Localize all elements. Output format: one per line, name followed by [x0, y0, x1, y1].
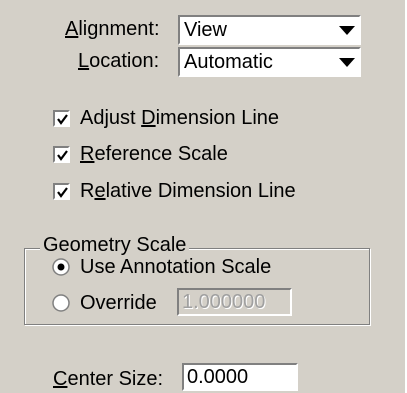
center-size-label: Center Size:	[53, 368, 164, 390]
location-label: Location:	[78, 50, 160, 72]
radio-selected-icon[interactable]	[52, 258, 70, 276]
checkmark-icon	[57, 150, 68, 161]
checkmark-icon	[57, 114, 68, 125]
radio-unselected-icon[interactable]	[52, 294, 70, 312]
dropdown-arrow-icon	[339, 26, 355, 35]
relative-dimension-line-label: Relative Dimension Line	[80, 180, 296, 202]
override-scale-value: 1.000000	[182, 291, 266, 313]
location-dropdown-button[interactable]	[335, 49, 359, 75]
alignment-value: View	[184, 19, 227, 41]
geometry-scale-title: Geometry Scale	[40, 234, 190, 257]
checkmark-icon	[57, 187, 68, 198]
reference-scale-label: Reference Scale	[80, 143, 228, 165]
checkbox-box[interactable]	[53, 146, 70, 163]
alignment-label: Alignment:	[65, 18, 160, 40]
adjust-dimension-line-label: Adjust Dimension Line	[80, 107, 280, 129]
use-annotation-scale-label: Use Annotation Scale	[80, 256, 272, 278]
checkbox-box[interactable]	[53, 110, 70, 127]
location-dropdown[interactable]: Automatic	[178, 47, 361, 77]
checkbox-box[interactable]	[53, 183, 70, 200]
location-value: Automatic	[184, 51, 273, 73]
override-label: Override	[80, 292, 157, 314]
alignment-dropdown[interactable]: View	[178, 15, 361, 45]
center-size-value: 0.0000	[187, 366, 249, 388]
alignment-dropdown-button[interactable]	[335, 17, 359, 43]
center-size-input[interactable]: 0.0000	[182, 363, 298, 391]
dropdown-arrow-icon	[339, 58, 355, 67]
override-scale-input[interactable]: 1.000000	[177, 288, 292, 316]
